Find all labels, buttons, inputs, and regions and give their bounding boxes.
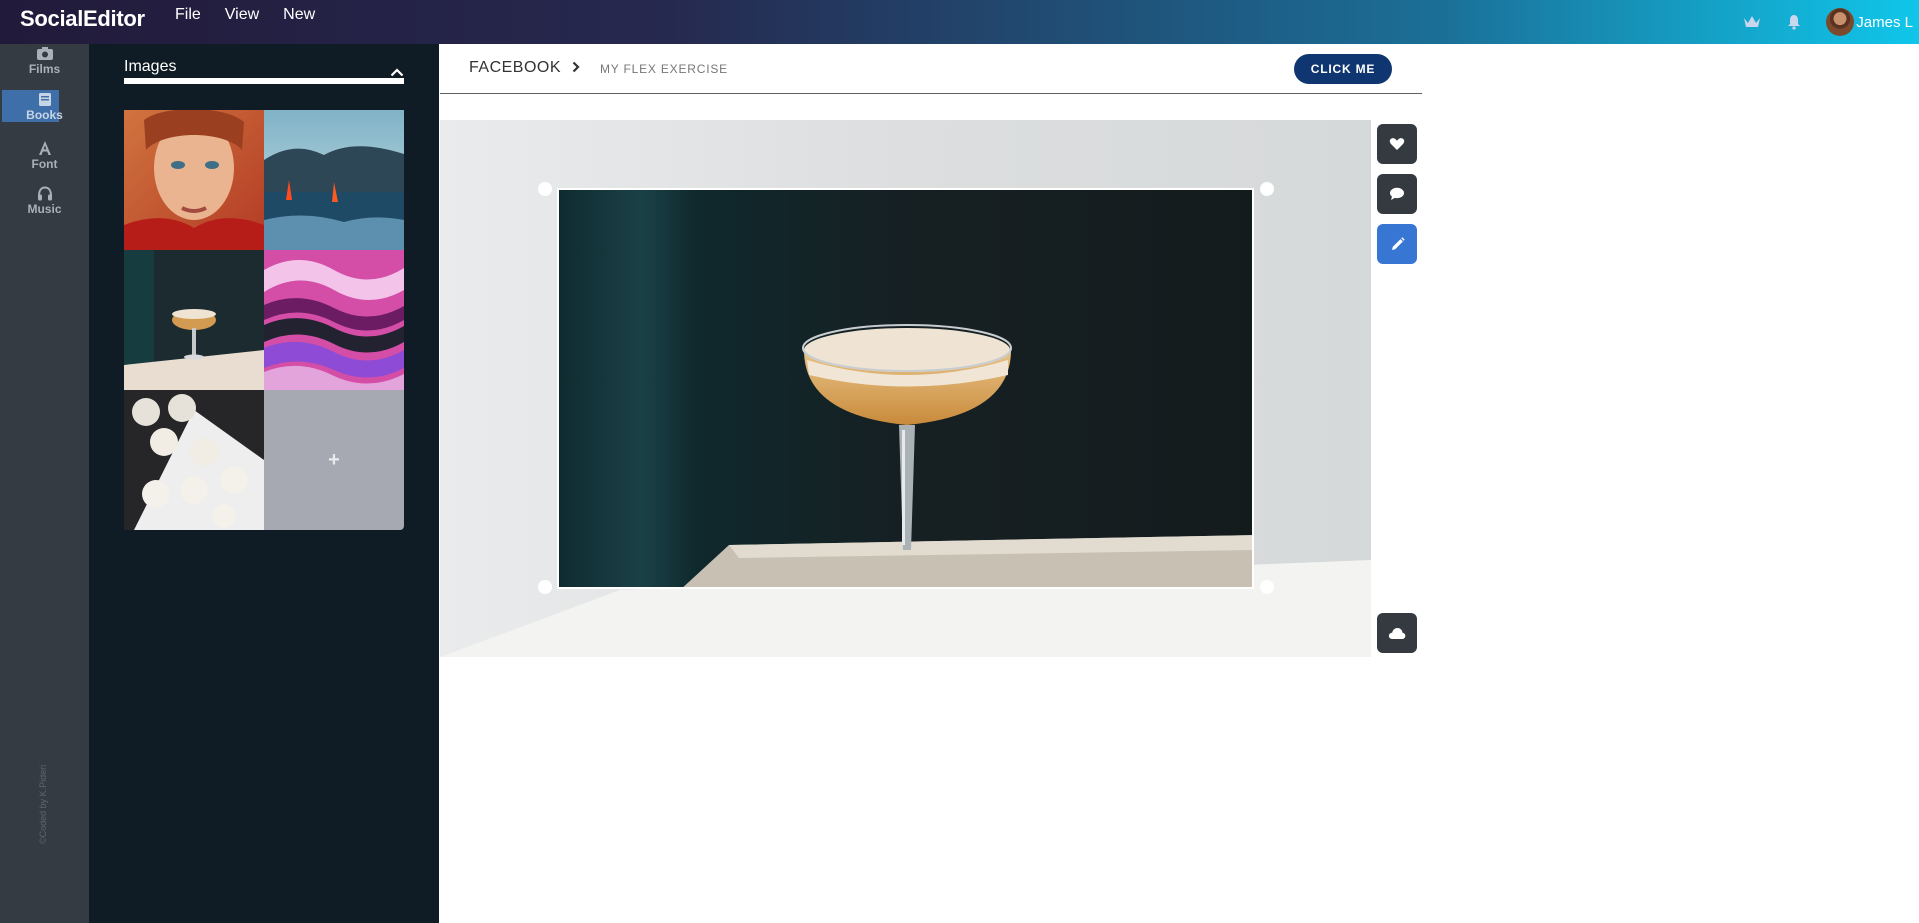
click-me-button[interactable]: CLICK ME [1294, 54, 1392, 84]
resize-handle-bottom-right[interactable] [1260, 580, 1274, 594]
camera-icon [36, 47, 53, 60]
panel-underline [124, 78, 404, 84]
upload-button[interactable] [1377, 613, 1417, 653]
rail-label-books: Books [26, 108, 63, 122]
rail-label-font: Font [31, 157, 58, 171]
comment-button[interactable] [1377, 174, 1417, 214]
top-bar: SocialEditor File View New James L [0, 0, 1919, 44]
book-icon [38, 93, 51, 106]
thumbnail-pink-waves[interactable] [264, 250, 404, 390]
comment-icon [1390, 187, 1404, 200]
selected-photo[interactable] [557, 188, 1254, 589]
chevron-right-icon [571, 60, 581, 78]
thumbnail-cocktail-glass[interactable] [124, 250, 264, 390]
add-image-button[interactable]: + [264, 390, 404, 530]
resize-handle-top-right[interactable] [1260, 182, 1274, 196]
resize-handle-bottom-left[interactable] [538, 580, 552, 594]
menu-file[interactable]: File [175, 6, 201, 24]
left-rail: Films Books Font Music ©Coded by K.Pider… [0, 44, 89, 923]
thumbnail-woman-portrait[interactable] [124, 110, 264, 250]
main-menu: File View New [175, 6, 339, 24]
menu-view[interactable]: View [225, 6, 259, 24]
rail-label-films: Films [28, 62, 61, 76]
image-grid: + [124, 110, 404, 530]
breadcrumb-page[interactable]: MY FLEX EXERCISE [600, 62, 728, 76]
crown-icon[interactable] [1742, 12, 1762, 32]
breadcrumb-section[interactable]: FACEBOOK [469, 59, 561, 77]
breadcrumb: FACEBOOK MY FLEX EXERCISE CLICK ME [440, 44, 1422, 94]
edit-button[interactable] [1377, 224, 1417, 264]
like-button[interactable] [1377, 124, 1417, 164]
thumbnail-meringues[interactable] [124, 390, 264, 530]
resize-handle-top-left[interactable] [538, 182, 552, 196]
brand-logo[interactable]: SocialEditor [20, 6, 145, 32]
menu-new[interactable]: New [283, 6, 315, 24]
rail-item-font[interactable]: Font [0, 140, 89, 171]
images-panel: Images + [89, 44, 439, 923]
bell-icon[interactable] [1784, 12, 1804, 32]
user-name[interactable]: James L [1856, 14, 1913, 31]
cloud-icon [1388, 627, 1406, 639]
font-icon [38, 141, 51, 155]
panel-title: Images [124, 58, 177, 75]
rail-label-music: Music [27, 202, 62, 216]
thumbnail-lava-ocean[interactable] [264, 110, 404, 250]
rail-item-books[interactable]: Books [0, 92, 89, 122]
heart-icon [1389, 138, 1405, 150]
pencil-icon [1391, 236, 1405, 250]
plus-icon: + [328, 448, 340, 471]
top-right-controls: James L [1742, 0, 1919, 44]
headphones-icon [37, 186, 52, 201]
user-avatar[interactable] [1826, 8, 1855, 36]
rail-item-music[interactable]: Music [0, 186, 89, 216]
credit-text: ©Coded by K.Pideri [38, 764, 48, 844]
rail-item-films[interactable]: Films [0, 46, 89, 76]
